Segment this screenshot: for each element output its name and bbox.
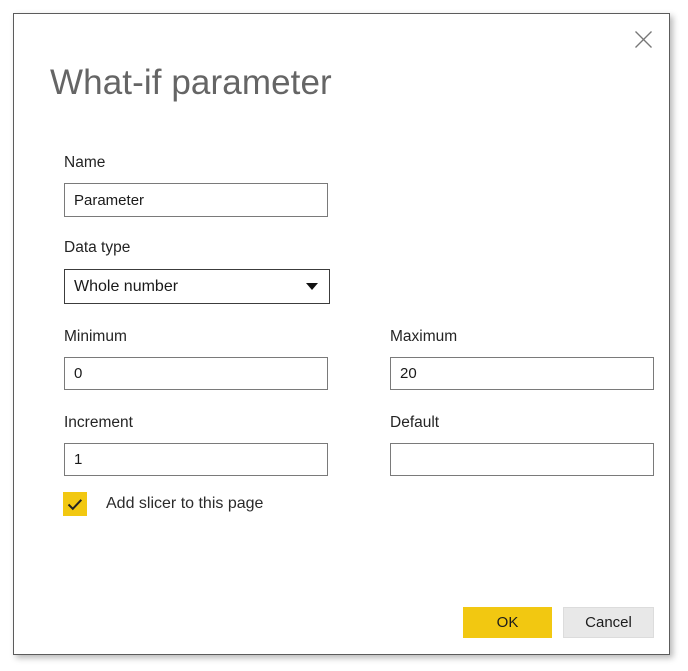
add-slicer-checkbox-row[interactable]: Add slicer to this page: [63, 492, 263, 516]
checkmark-icon: [67, 498, 83, 510]
what-if-parameter-dialog: What-if parameter Name Data type Whole n…: [13, 13, 670, 655]
close-icon-glyph: [634, 30, 652, 48]
cancel-button[interactable]: Cancel: [563, 607, 654, 638]
chevron-down-icon: [306, 283, 318, 290]
label-increment: Increment: [64, 414, 133, 431]
label-name: Name: [64, 154, 106, 171]
label-maximum: Maximum: [390, 328, 458, 345]
data-type-select[interactable]: Whole number: [64, 269, 330, 304]
minimum-input[interactable]: [64, 357, 328, 390]
increment-input[interactable]: [64, 443, 328, 476]
name-input[interactable]: [64, 183, 328, 217]
add-slicer-checkbox[interactable]: [63, 492, 87, 516]
data-type-selected-value: Whole number: [74, 277, 179, 295]
add-slicer-checkbox-label: Add slicer to this page: [106, 495, 264, 512]
maximum-input[interactable]: [390, 357, 654, 390]
label-data-type: Data type: [64, 239, 131, 256]
label-minimum: Minimum: [64, 328, 127, 345]
page-title: What-if parameter: [50, 63, 332, 102]
ok-button[interactable]: OK: [463, 607, 552, 638]
dialog-button-row: OK Cancel: [463, 607, 654, 638]
label-default: Default: [390, 414, 440, 431]
default-input[interactable]: [390, 443, 654, 476]
close-icon[interactable]: [623, 20, 663, 58]
